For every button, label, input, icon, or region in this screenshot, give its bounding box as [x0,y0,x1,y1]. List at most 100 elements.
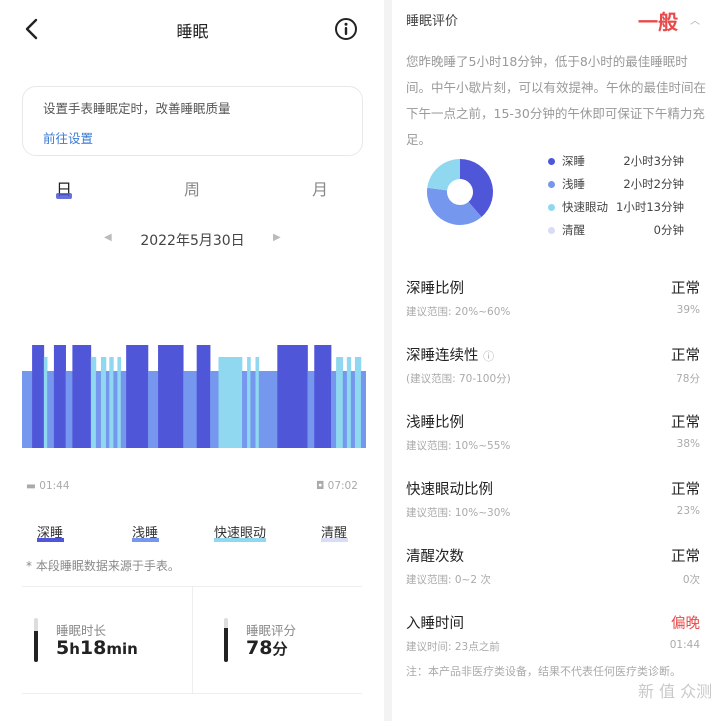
stage-segment-rem [346,357,352,448]
metric-value: 01:44 [669,639,700,651]
stage-segment-light [307,371,315,448]
metric-name: 快速眼动比例 [406,478,493,499]
info-circle-icon[interactable] [334,17,358,41]
stage-segment-light [242,371,248,448]
duration-minutes-unit: min [106,640,138,658]
metric-name-text: 深睡比例 [406,281,464,297]
metric-value: 78分 [676,373,700,385]
stage-segment-deep [314,345,332,448]
date-label: 2022年5月30日 [140,233,245,249]
stage-segment-light [147,371,159,448]
metric-range: 建议范围: 0~2 次 [406,574,491,586]
duration-level-bar [34,618,38,662]
stage-segment-rem [117,357,122,448]
stage-segment-deep [72,345,92,448]
duration-level-fill [34,631,38,662]
stage-segment-light [120,371,127,448]
page-title: 睡眠 [176,22,209,41]
evaluation-summary: 您昨晚睡了5小时18分钟，低于8小时的最佳睡眠时间。中午小歇片刻，可以有效提神。… [406,54,707,147]
breakdown-value: 2小时3分钟 [623,154,684,168]
stage-segment-light [183,371,197,448]
sleep-day-panel: 睡眠 设置手表睡眠定时，改善睡眠质量 前往设置 日 周 月 ◀ 2022年5月3… [0,0,385,721]
stage-segment-deep [277,345,308,448]
duration-minutes: 18 [79,637,107,659]
tip-text: 设置手表睡眠定时，改善睡眠质量 [43,101,231,116]
breakdown-label: 浅睡 [562,177,585,191]
metric-status: 正常 [671,482,700,498]
metric-range: (建议范围: 70-100分) [406,373,511,385]
metric-status: 正常 [671,415,700,431]
score-unit: 分 [272,640,288,658]
breakdown-row: 深睡 2小时3分钟 [548,153,698,171]
stage-segment-light [65,371,73,448]
timeline-start: ▬ 01:44 [26,480,70,492]
sleep-schedule-tip-card: 设置手表睡眠定时，改善睡眠质量 前往设置 [22,86,363,156]
breakdown-dot [548,181,555,188]
tab-day-indicator [56,193,72,199]
medical-disclaimer: 注：本产品非医疗类设备，结果不代表任何医疗类诊断。 [406,665,681,678]
collapse-chevron-up-icon[interactable]: ︿ [690,12,700,27]
go-to-settings-link[interactable]: 前往设置 [43,128,93,147]
stage-segment-deep [196,345,211,448]
evaluation-grade: 一般 [638,10,678,34]
timeline-end-time: 07:02 [327,480,358,492]
score-level-fill [224,627,228,662]
stage-segment-light [342,371,348,448]
score-number: 78 [246,637,273,659]
metric-name: 深睡连续性 ⓘ [406,344,494,365]
metric-range: 建议时间: 23点之前 [406,641,500,653]
stage-segment-deep [53,345,66,448]
bed-icon: ▬ [26,480,36,492]
stage-segment-light [113,371,118,448]
metric-name-text: 快速眼动比例 [406,482,493,498]
metric-status: 正常 [671,281,700,297]
stage-segment-rem [90,357,97,448]
metric-value: 39% [676,304,700,316]
stage-segment-rem [336,357,344,448]
tab-week[interactable]: 周 [184,176,200,200]
breakdown-row: 快速眼动 1小时13分钟 [548,199,698,217]
score-level-bar [224,618,228,662]
metric-value: 23% [676,505,700,517]
duration-hours-unit: h [69,640,80,658]
legend-awake-swatch [321,538,348,542]
stage-segment-light [47,371,55,448]
stage-segment-light [22,371,33,448]
stage-segment-deep [32,345,45,448]
info-circle-icon[interactable]: ⓘ [483,350,494,363]
tab-month[interactable]: 月 [312,176,328,200]
stage-segment-light [350,371,356,448]
data-source-note: * 本段睡眠数据来源于手表。 [26,559,180,573]
legend-light-swatch [132,538,159,542]
breakdown-row: 清醒 0分钟 [548,222,698,240]
legend-rem-swatch [214,538,266,542]
stage-segment-rem [43,357,48,448]
metric-status: 正常 [671,549,700,565]
metric-value: 38% [676,438,700,450]
metric-name: 深睡比例 [406,277,464,298]
stage-segment-light [105,371,110,448]
breakdown-value: 0分钟 [653,223,684,237]
stage-breakdown-donut [427,159,493,225]
stage-segment-light [210,371,219,448]
evaluation-title: 睡眠评价 [406,14,459,29]
watermark: 新 值 众测 [638,682,713,701]
next-date-arrow-icon[interactable]: ▶ [273,232,281,243]
breakdown-label: 深睡 [562,154,585,168]
wake-icon: ◘ [316,480,325,492]
duration-value: 5h18min [56,637,138,659]
breakdown-value: 2小时2分钟 [623,177,684,191]
metric-name-text: 浅睡比例 [406,415,464,431]
score-value: 78分 [246,637,287,659]
metric-name: 入睡时间 [406,612,464,633]
breakdown-label: 快速眼动 [562,200,608,214]
metric-status: 偏晚 [671,616,700,632]
stage-segment-rem [354,357,362,448]
breakdown-row: 浅睡 2小时2分钟 [548,176,698,194]
stage-segment-light [95,371,102,448]
metric-name-text: 入睡时间 [406,616,464,632]
panel-divider [384,0,392,721]
stage-segment-rem [218,357,243,448]
breakdown-dot [548,204,555,211]
stage-segment-rem [255,357,260,448]
